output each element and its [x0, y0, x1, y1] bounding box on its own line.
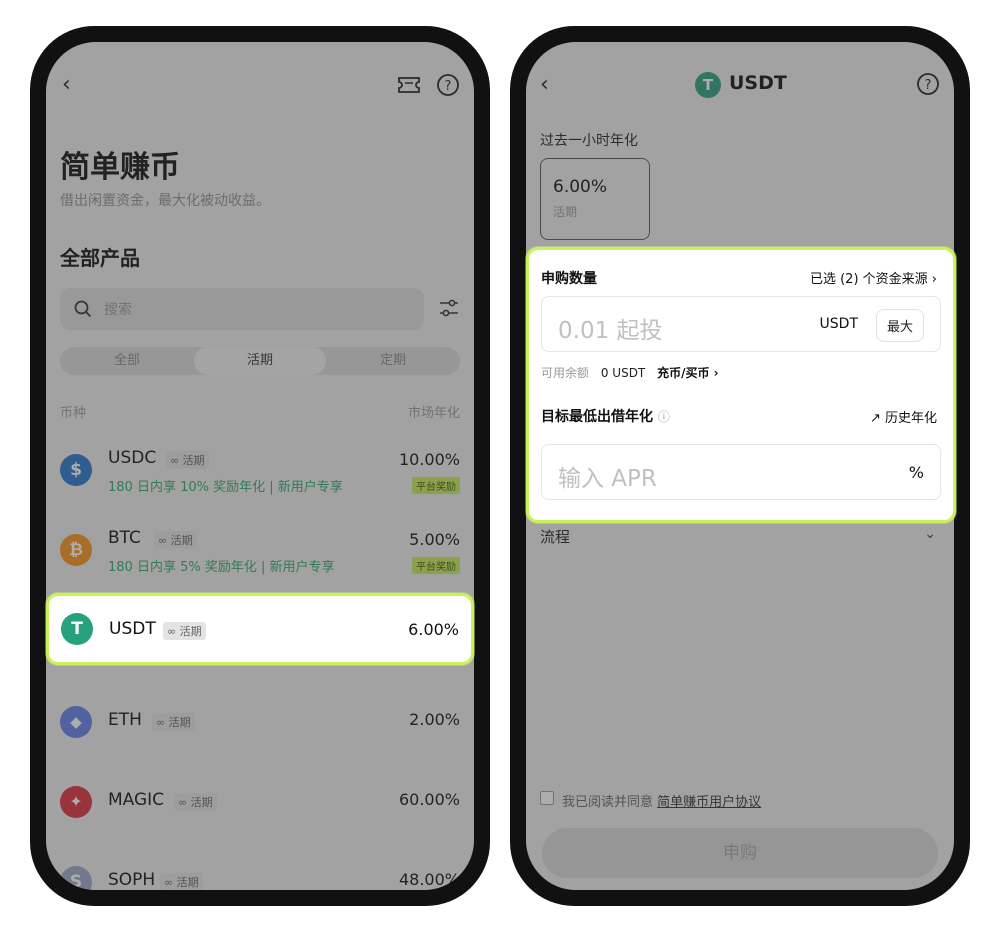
list-item-usdt[interactable]: T USDT ∞ 活期 6.00% [46, 593, 474, 665]
term-tag-text: 活期 [168, 716, 191, 729]
agreement-text: 我已阅读并同意 简单赚币用户协议 [562, 791, 761, 810]
term-tag-text: 活期 [170, 534, 193, 547]
term-tag: ∞ 活期 [163, 622, 206, 640]
available-value: 0 USDT [600, 366, 646, 380]
term-tabs: 全部 活期 定期 [60, 347, 460, 375]
term-tag: ∞ 活期 [174, 793, 217, 811]
process-label[interactable]: 流程 [540, 526, 570, 547]
available-label: 可用余额 [541, 366, 590, 380]
chevron-right-icon: › [931, 272, 937, 287]
list-item-btc[interactable]: ₿ BTC ∞ 活期 180 日内享 5% 奖励年化 | 新用户专享 5.00%… [46, 524, 474, 584]
page-title: 简单赚币 [60, 150, 180, 185]
svg-text:?: ? [445, 79, 452, 94]
subscribe-form: 申购数量 已选 (2) 个资金来源 › 0.01 起投 USDT 最大 可用余额… [526, 247, 956, 523]
list-item-magic[interactable]: ✦ MAGIC ∞ 活期 60.00% [46, 772, 474, 832]
coin-name: MAGIC [108, 790, 165, 810]
coin-name: USDT [109, 619, 156, 639]
subscribe-amount-label: 申购数量 [541, 271, 597, 287]
history-apr-text: 历史年化 [884, 411, 937, 426]
agree-prefix: 我已阅读并同意 [562, 795, 654, 810]
list-item-soph[interactable]: S SOPH ∞ 活期 48.00% [46, 852, 474, 890]
target-apr-text: 目标最低出借年化 [541, 409, 653, 425]
page-subtitle: 借出闲置资金，最大化被动收益。 [60, 193, 270, 209]
btc-coin-icon: ₿ [60, 534, 92, 566]
promo-text: 180 日内享 5% 奖励年化 | 新用户专享 [108, 560, 335, 575]
rate-value: 10.00% [398, 450, 460, 469]
eth-coin-icon: ◆ [60, 706, 92, 738]
coin-name: BTC [108, 528, 141, 548]
fund-sources-link[interactable]: 已选 (2) 个资金来源 › [810, 268, 937, 287]
usdt-coin-icon: T [61, 613, 93, 645]
search-placeholder: 搜索 [104, 302, 132, 318]
last-hour-label: 过去一小时年化 [540, 133, 638, 149]
agree-checkbox[interactable] [540, 791, 554, 805]
list-item-eth[interactable]: ◆ ETH ∞ 活期 2.00% [46, 692, 474, 752]
promo-text: 180 日内享 10% 奖励年化 | 新用户专享 [108, 480, 343, 495]
card-rate: 6.00% [553, 177, 608, 197]
usdc-coin-icon: $ [60, 454, 92, 486]
back-icon[interactable]: ‹ [62, 72, 71, 97]
available-row: 可用余额 0 USDT 充币/买币 › [541, 364, 719, 381]
back-icon[interactable]: ‹ [540, 72, 549, 97]
term-tag: ∞ 活期 [152, 713, 195, 731]
earn-list-screen: ‹ ? 简单赚币 借出闲置资金，最大化被动收益。 全部产品 搜索 全部 活期 定… [46, 42, 474, 890]
page-title: USDT [729, 72, 787, 94]
history-apr-link[interactable]: ↗ 历史年化 [870, 407, 937, 426]
subscribe-button[interactable]: 申购 [542, 828, 938, 878]
col-coin-header: 币种 [60, 406, 87, 421]
filter-icon[interactable] [438, 298, 460, 318]
rate-card[interactable]: 6.00% 活期 [540, 158, 650, 240]
right-phone: ‹ T USDT ? 过去一小时年化 6.00% 活期 流程 ⌄ 我已阅读并同意… [510, 26, 970, 906]
svg-text:?: ? [925, 78, 932, 93]
left-phone: ‹ ? 简单赚币 借出闲置资金，最大化被动收益。 全部产品 搜索 全部 活期 定… [30, 26, 490, 906]
term-tag-text: 活期 [190, 796, 213, 809]
amount-placeholder: 0.01 起投 [558, 318, 663, 344]
rate-value: 6.00% [408, 620, 459, 639]
term-tag-text: 活期 [179, 625, 202, 638]
term-tag: ∞ 活期 [154, 531, 197, 549]
term-tag: ∞ 活期 [166, 451, 209, 469]
apr-placeholder: 输入 APR [558, 466, 657, 492]
chevron-down-icon[interactable]: ⌄ [924, 526, 936, 542]
term-tag-text: 活期 [176, 876, 199, 889]
rate-value: 5.00% [409, 530, 460, 549]
tab-fixed[interactable]: 定期 [326, 347, 460, 375]
section-title: 全部产品 [60, 246, 140, 270]
term-tag-text: 活期 [182, 454, 205, 467]
coin-name: ETH [108, 710, 142, 730]
reward-badge: 平台奖励 [412, 557, 460, 574]
list-item-usdc[interactable]: $ USDC ∞ 活期 180 日内享 10% 奖励年化 | 新用户专享 10.… [46, 444, 474, 504]
fund-sources-text: 已选 (2) 个资金来源 [809, 272, 928, 287]
coin-name: USDC [108, 448, 157, 468]
currency-label: USDT [819, 316, 858, 332]
max-button[interactable]: 最大 [875, 309, 924, 342]
agreement-link[interactable]: 简单赚币用户协议 [657, 795, 761, 810]
trend-chart-icon: ↗ [869, 411, 881, 426]
rate-value: 48.00% [398, 870, 460, 889]
coin-name: SOPH [108, 870, 156, 890]
card-term: 活期 [553, 205, 578, 219]
tab-flexible[interactable]: 活期 [194, 347, 326, 375]
tab-all[interactable]: 全部 [60, 347, 194, 375]
percent-unit: % [908, 463, 924, 482]
soph-coin-icon: S [60, 866, 92, 890]
magic-coin-icon: ✦ [60, 786, 92, 818]
help-icon[interactable]: ? [436, 73, 460, 97]
term-tag: ∞ 活期 [160, 873, 203, 890]
deposit-link[interactable]: 充币/买币 › [657, 366, 719, 380]
deposit-link-text: 充币/买币 [657, 366, 710, 380]
help-icon[interactable]: ? [916, 72, 940, 96]
info-icon[interactable]: ⓘ [658, 410, 670, 424]
target-apr-label: 目标最低出借年化 ⓘ [541, 406, 670, 426]
search-icon [74, 300, 92, 318]
amount-input[interactable]: 0.01 起投 USDT 最大 [541, 296, 941, 352]
search-input[interactable]: 搜索 [60, 288, 424, 330]
col-rate-header: 市场年化 [407, 406, 460, 421]
coupon-icon[interactable] [398, 76, 420, 94]
usdt-title-icon: T [695, 72, 721, 98]
reward-badge: 平台奖励 [412, 477, 460, 494]
rate-value: 60.00% [398, 790, 460, 809]
apr-input[interactable]: 输入 APR % [541, 444, 941, 500]
rate-value: 2.00% [409, 710, 460, 729]
